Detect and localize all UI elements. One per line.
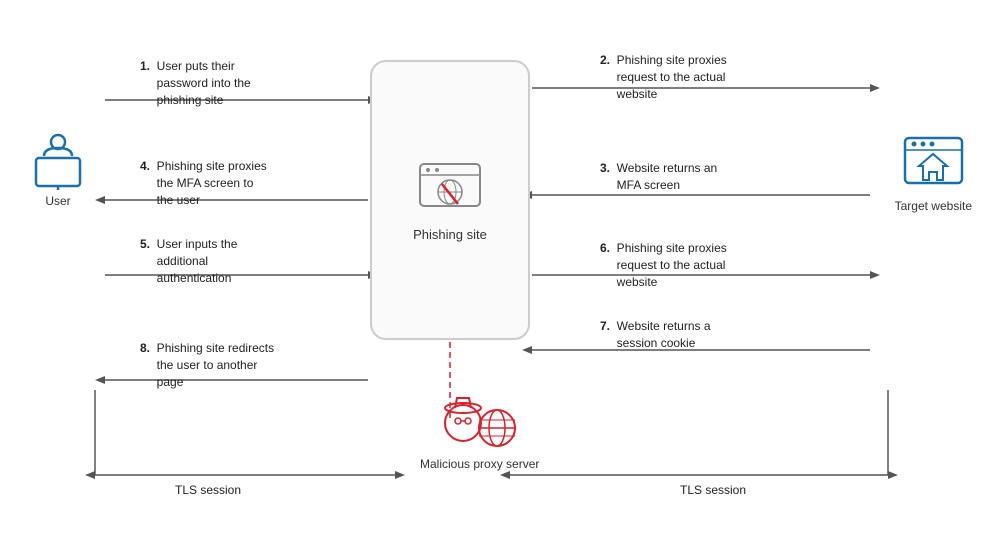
malicious-proxy-icon <box>435 388 525 453</box>
left-tls-label: TLS session <box>175 482 241 499</box>
user-icon-container: User <box>28 130 88 208</box>
step-5-label: 5. User inputs the additional authentica… <box>140 236 237 286</box>
diagram-container: User Phishing site <box>0 0 1000 539</box>
step-3-label: 3. Website returns an MFA screen <box>600 160 717 194</box>
step-7-label: 7. Website returns a session cookie <box>600 318 711 352</box>
right-tls-label: TLS session <box>680 482 746 499</box>
step-2-label: 2. Phishing site proxies request to the … <box>600 52 727 102</box>
user-label: User <box>45 194 70 208</box>
step-1-label: 1. User puts their password into the phi… <box>140 58 251 108</box>
malicious-proxy-container: Malicious proxy server <box>420 388 539 471</box>
step-6-label: 6. Phishing site proxies request to the … <box>600 240 727 290</box>
malicious-proxy-label: Malicious proxy server <box>420 457 539 471</box>
phishing-site-icon <box>415 159 485 219</box>
phishing-site-label: Phishing site <box>413 227 487 242</box>
phishing-site-box: Phishing site <box>370 60 530 340</box>
target-website-label: Target website <box>895 199 972 213</box>
target-website-icon <box>901 130 966 195</box>
target-website-container: Target website <box>895 130 972 213</box>
step-8-label: 8. Phishing site redirects the user to a… <box>140 340 274 390</box>
step-4-label: 4. Phishing site proxies the MFA screen … <box>140 158 267 208</box>
user-icon <box>28 130 88 190</box>
